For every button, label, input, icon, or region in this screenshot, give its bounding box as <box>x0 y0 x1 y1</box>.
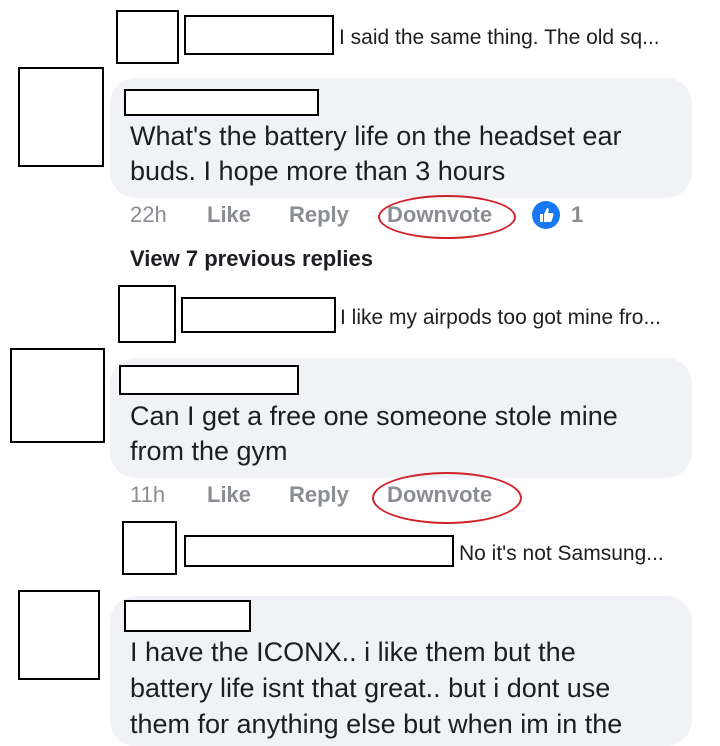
reply-preview-text[interactable]: No it's not Samsung... <box>459 541 664 567</box>
reply-preview-text[interactable]: I said the same thing. The old sq... <box>339 25 660 51</box>
comment-text-line: Can I get a free one someone stole mine <box>130 401 618 431</box>
reply-author-name[interactable] <box>184 15 334 55</box>
comment-author-name[interactable] <box>124 89 319 116</box>
comment-text-line: buds. I hope more than 3 hours <box>130 156 506 186</box>
comment-author-name[interactable] <box>124 600 251 632</box>
comment-text-line: What's the battery life on the headset e… <box>130 121 622 151</box>
comment-avatar[interactable] <box>18 590 100 680</box>
reply-avatar[interactable] <box>118 285 176 343</box>
comment-avatar[interactable] <box>10 348 105 443</box>
comment-timestamp[interactable]: 22h <box>130 201 167 229</box>
reply-author-name[interactable] <box>184 535 454 567</box>
comment-text-line: them for anything else but when im in th… <box>130 709 623 739</box>
thumbs-up-icon[interactable] <box>532 201 560 229</box>
comment-text-line: I have the ICONX.. i like them but the <box>130 637 576 667</box>
like-button[interactable]: Like <box>207 481 251 509</box>
reply-avatar[interactable] <box>116 10 179 64</box>
reply-author-name[interactable] <box>181 297 336 333</box>
reply-avatar[interactable] <box>122 521 177 575</box>
view-previous-replies-link[interactable]: View 7 previous replies <box>130 245 373 273</box>
reply-button[interactable]: Reply <box>289 481 349 509</box>
downvote-highlight-circle <box>378 195 516 239</box>
comment-avatar[interactable] <box>18 67 104 167</box>
comment-text-line: battery life isnt that great.. but i don… <box>130 673 611 703</box>
reply-preview-text[interactable]: I like my airpods too got mine fro... <box>340 305 661 331</box>
comment-timestamp[interactable]: 11h <box>130 481 165 509</box>
reaction-count[interactable]: 1 <box>571 201 583 229</box>
like-button[interactable]: Like <box>207 201 251 229</box>
comment-author-name[interactable] <box>119 365 299 395</box>
downvote-highlight-circle <box>372 472 522 524</box>
reply-button[interactable]: Reply <box>289 201 349 229</box>
comment-text-line: from the gym <box>130 436 288 466</box>
